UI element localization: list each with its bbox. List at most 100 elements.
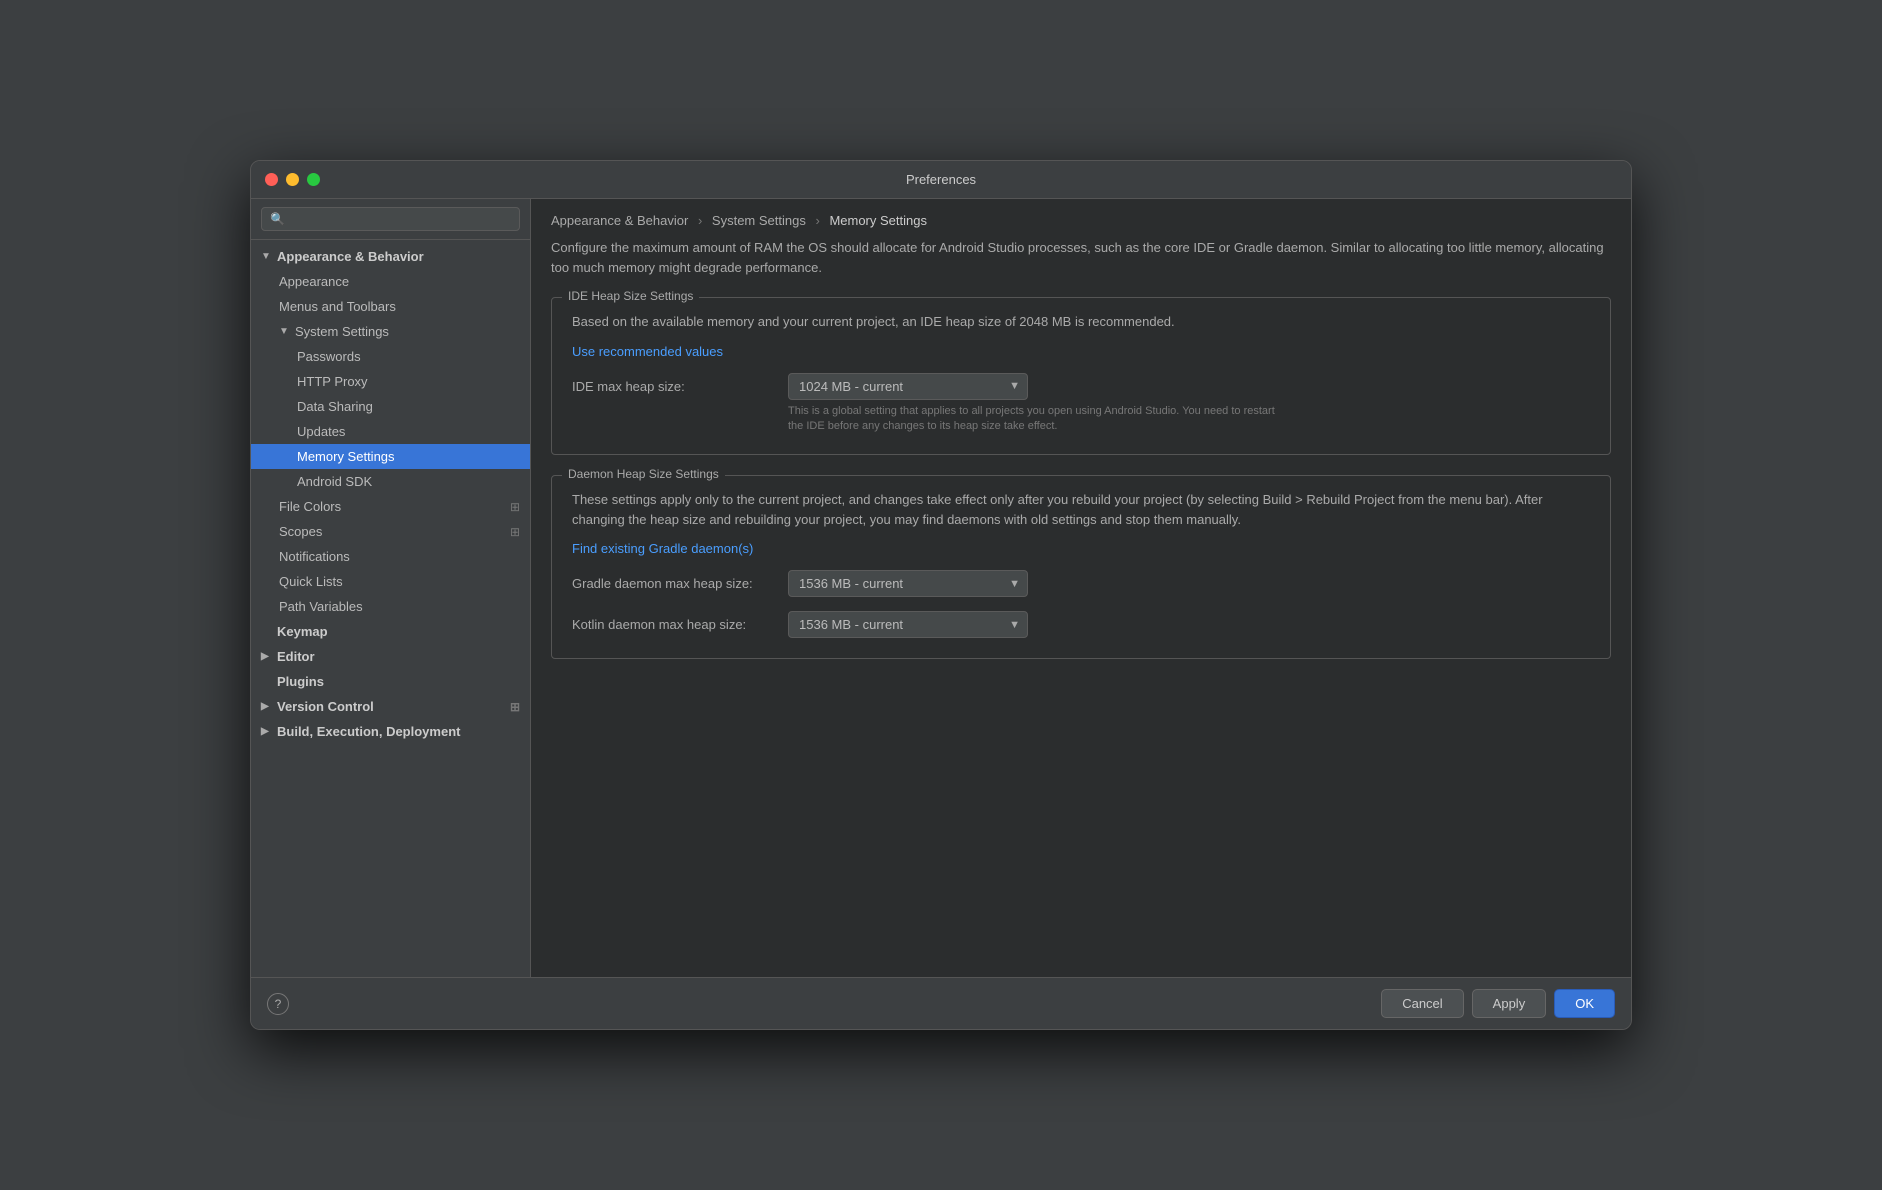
arrow-icon: ▶ <box>261 651 273 662</box>
arrow-icon: ▶ <box>261 726 273 737</box>
sidebar-item-label: Appearance & Behavior <box>277 249 424 264</box>
sidebar-item-quick-lists[interactable]: Quick Lists <box>251 569 530 594</box>
sidebar-item-label: Editor <box>277 649 315 664</box>
find-gradle-daemon-link[interactable]: Find existing Gradle daemon(s) <box>572 541 753 556</box>
sidebar-item-label: Path Variables <box>279 599 363 614</box>
content-body: Configure the maximum amount of RAM the … <box>531 238 1631 977</box>
ide-heap-hint: This is a global setting that applies to… <box>788 404 1288 435</box>
kotlin-heap-select[interactable]: 512 MB 750 MB 1024 MB 1536 MB - current … <box>788 611 1028 638</box>
sidebar-item-label: Version Control <box>277 699 374 714</box>
sidebar-item-data-sharing[interactable]: Data Sharing <box>251 394 530 419</box>
sidebar-item-label: Memory Settings <box>297 449 395 464</box>
ide-heap-label: IDE max heap size: <box>572 379 772 394</box>
kotlin-heap-select-wrapper: 512 MB 750 MB 1024 MB 1536 MB - current … <box>788 611 1028 638</box>
main-content: ▼ Appearance & Behavior Appearance Menus… <box>251 199 1631 977</box>
titlebar: Preferences <box>251 161 1631 199</box>
gradle-heap-field-row: Gradle daemon max heap size: 512 MB 750 … <box>572 570 1590 597</box>
gradle-heap-select-wrapper: 512 MB 750 MB 1024 MB 1536 MB - current … <box>788 570 1028 597</box>
sidebar-item-system-settings[interactable]: ▼ System Settings <box>251 319 530 344</box>
sidebar-item-version-control[interactable]: ▶ Version Control ⊞ <box>251 694 530 719</box>
daemon-heap-section-title: Daemon Heap Size Settings <box>562 467 725 481</box>
ide-heap-section: IDE Heap Size Settings Based on the avai… <box>551 297 1611 455</box>
sidebar-item-label: Passwords <box>297 349 361 364</box>
breadcrumb-item-1: Appearance & Behavior <box>551 213 688 228</box>
preferences-window: Preferences ▼ Appearance & Behavior Appe… <box>250 160 1632 1030</box>
ide-heap-section-content: Based on the available memory and your c… <box>552 312 1610 454</box>
sidebar-item-label: Plugins <box>277 674 324 689</box>
kotlin-heap-field-row: Kotlin daemon max heap size: 512 MB 750 … <box>572 611 1590 638</box>
arrow-icon: ▼ <box>261 251 273 262</box>
sidebar-item-label: Android SDK <box>297 474 372 489</box>
bottom-bar: ? Cancel Apply OK <box>251 977 1631 1029</box>
daemon-heap-section: Daemon Heap Size Settings These settings… <box>551 475 1611 659</box>
daemon-heap-section-header: Daemon Heap Size Settings <box>552 475 1610 490</box>
breadcrumb-item-3: Memory Settings <box>829 213 927 228</box>
sidebar-item-updates[interactable]: Updates <box>251 419 530 444</box>
daemon-heap-section-content: These settings apply only to the current… <box>552 490 1610 658</box>
sidebar-item-http-proxy[interactable]: HTTP Proxy <box>251 369 530 394</box>
sidebar-item-label: Data Sharing <box>297 399 373 414</box>
arrow-icon: ▶ <box>261 701 273 712</box>
daemon-description: These settings apply only to the current… <box>572 490 1590 529</box>
sidebar-nav: ▼ Appearance & Behavior Appearance Menus… <box>251 240 530 977</box>
maximize-button[interactable] <box>307 173 320 186</box>
gradle-heap-select[interactable]: 512 MB 750 MB 1024 MB 1536 MB - current … <box>788 570 1028 597</box>
sidebar-item-plugins[interactable]: ▶ Plugins <box>251 669 530 694</box>
sidebar-item-editor[interactable]: ▶ Editor <box>251 644 530 669</box>
sidebar-item-file-colors[interactable]: File Colors ⊞ <box>251 494 530 519</box>
sidebar-item-keymap[interactable]: ▶ Keymap <box>251 619 530 644</box>
sidebar-item-label: HTTP Proxy <box>297 374 368 389</box>
sidebar-item-notifications[interactable]: Notifications <box>251 544 530 569</box>
ide-heap-section-header: IDE Heap Size Settings <box>552 297 1610 312</box>
breadcrumb-item-2: System Settings <box>712 213 806 228</box>
sidebar-item-label: Updates <box>297 424 345 439</box>
sidebar-item-path-variables[interactable]: Path Variables <box>251 594 530 619</box>
ide-heap-section-title: IDE Heap Size Settings <box>562 289 699 303</box>
window-title: Preferences <box>906 172 976 187</box>
settings-icon: ⊞ <box>510 500 520 514</box>
sidebar-item-memory-settings[interactable]: Memory Settings <box>251 444 530 469</box>
gradle-heap-label: Gradle daemon max heap size: <box>572 576 772 591</box>
sidebar-item-label: Appearance <box>279 274 349 289</box>
breadcrumb: Appearance & Behavior › System Settings … <box>531 199 1631 238</box>
settings-icon: ⊞ <box>510 525 520 539</box>
content-panel: Appearance & Behavior › System Settings … <box>531 199 1631 977</box>
breadcrumb-separator: › <box>698 213 702 228</box>
sidebar-item-label: Keymap <box>277 624 328 639</box>
settings-icon: ⊞ <box>510 700 520 714</box>
close-button[interactable] <box>265 173 278 186</box>
bottom-actions: Cancel Apply OK <box>1381 989 1615 1018</box>
minimize-button[interactable] <box>286 173 299 186</box>
kotlin-heap-label: Kotlin daemon max heap size: <box>572 617 772 632</box>
apply-button[interactable]: Apply <box>1472 989 1547 1018</box>
ok-button[interactable]: OK <box>1554 989 1615 1018</box>
ide-heap-field-row: IDE max heap size: 512 MB 750 MB 1024 MB… <box>572 373 1590 400</box>
sidebar-item-appearance[interactable]: Appearance <box>251 269 530 294</box>
sidebar-item-scopes[interactable]: Scopes ⊞ <box>251 519 530 544</box>
search-bar <box>251 199 530 240</box>
sidebar: ▼ Appearance & Behavior Appearance Menus… <box>251 199 531 977</box>
ide-heap-select[interactable]: 512 MB 750 MB 1024 MB - current 1280 MB … <box>788 373 1028 400</box>
sidebar-item-build-execution[interactable]: ▶ Build, Execution, Deployment <box>251 719 530 744</box>
cancel-button[interactable]: Cancel <box>1381 989 1463 1018</box>
help-button[interactable]: ? <box>267 993 289 1015</box>
breadcrumb-separator: › <box>815 213 819 228</box>
sidebar-item-menus-toolbars[interactable]: Menus and Toolbars <box>251 294 530 319</box>
sidebar-item-label: Build, Execution, Deployment <box>277 724 460 739</box>
sidebar-item-label: File Colors <box>279 499 341 514</box>
search-input[interactable] <box>261 207 520 231</box>
main-description: Configure the maximum amount of RAM the … <box>551 238 1611 277</box>
sidebar-item-label: Notifications <box>279 549 350 564</box>
sidebar-item-label: System Settings <box>295 324 389 339</box>
sidebar-item-label: Scopes <box>279 524 322 539</box>
ide-heap-select-wrapper: 512 MB 750 MB 1024 MB - current 1280 MB … <box>788 373 1028 400</box>
sidebar-item-android-sdk[interactable]: Android SDK <box>251 469 530 494</box>
window-controls <box>265 173 320 186</box>
use-recommended-link[interactable]: Use recommended values <box>572 344 723 359</box>
arrow-icon: ▼ <box>279 326 291 337</box>
sidebar-item-appearance-behavior[interactable]: ▼ Appearance & Behavior <box>251 244 530 269</box>
sidebar-item-label: Quick Lists <box>279 574 343 589</box>
sidebar-item-label: Menus and Toolbars <box>279 299 396 314</box>
ide-recommendation-text: Based on the available memory and your c… <box>572 312 1590 332</box>
sidebar-item-passwords[interactable]: Passwords <box>251 344 530 369</box>
